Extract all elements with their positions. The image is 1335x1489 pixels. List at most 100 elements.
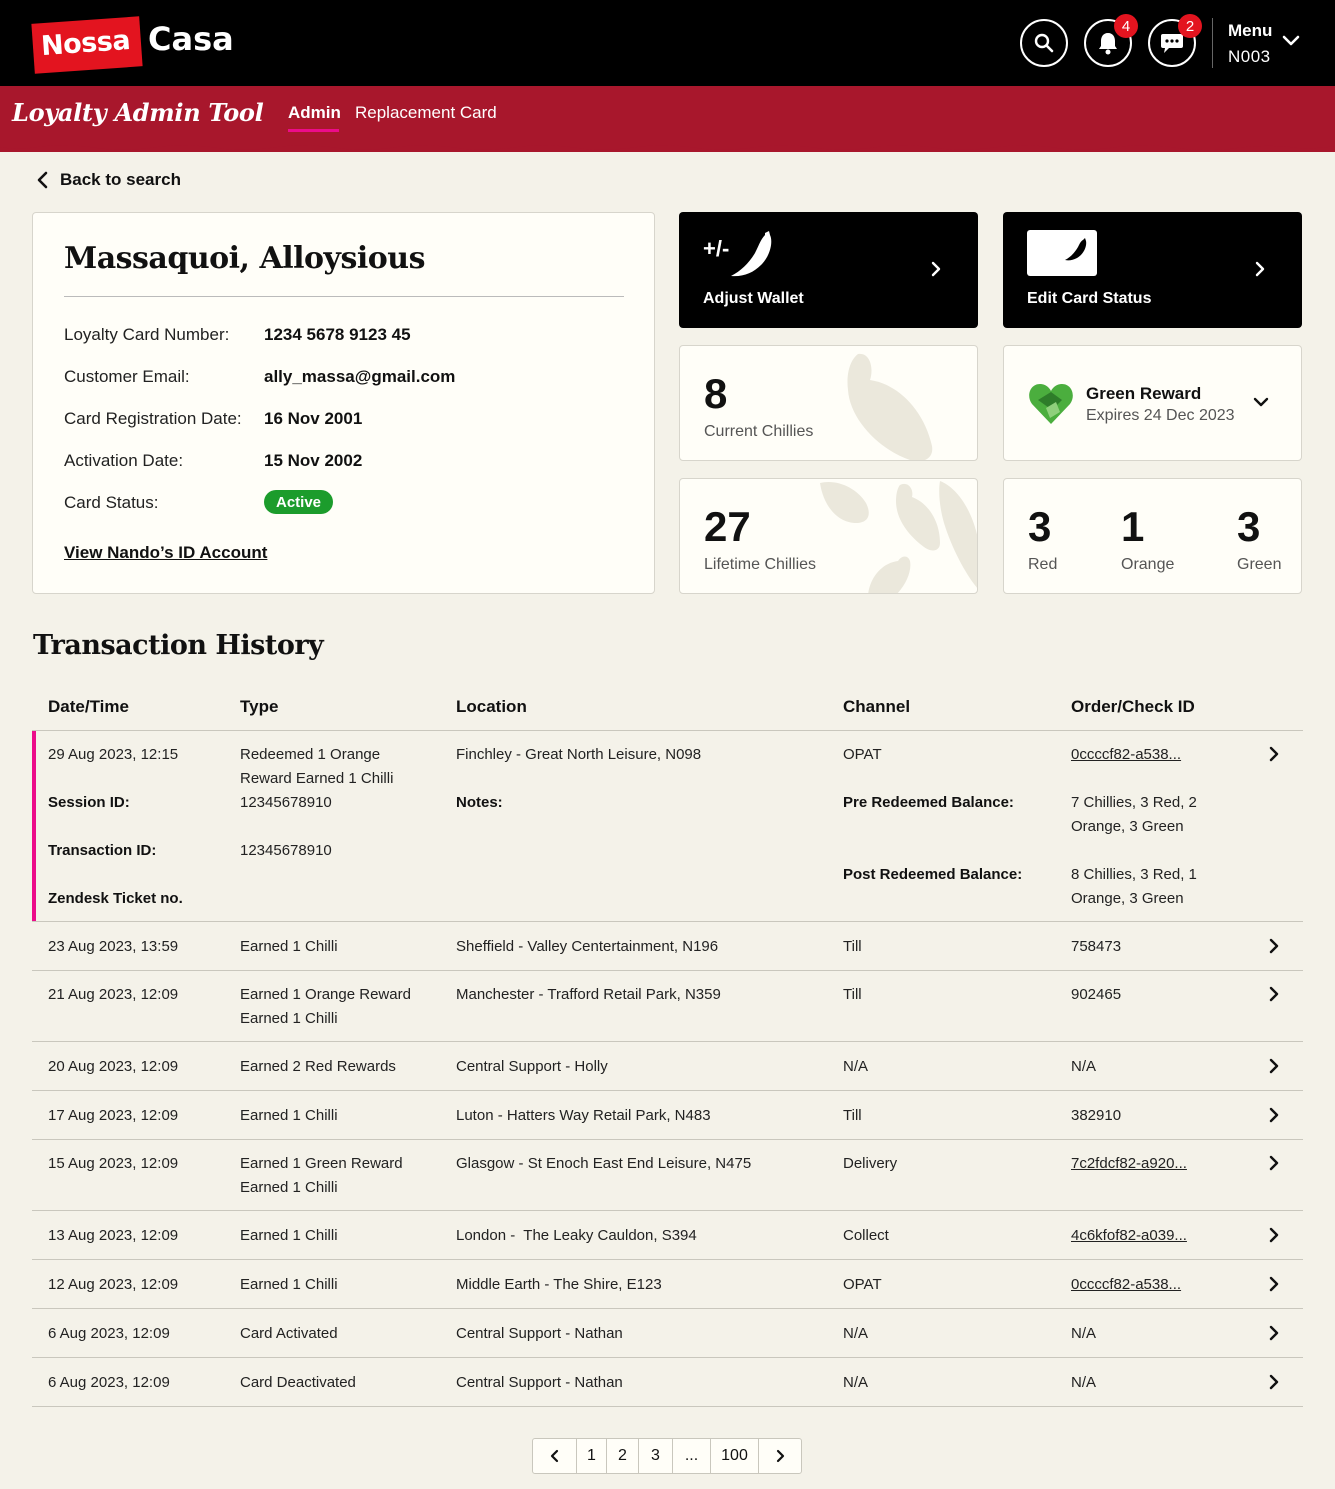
row-channel: N/A — [843, 1325, 869, 1342]
red-rewards-value: 3 — [1028, 503, 1052, 550]
restaurant-code: N003 — [1228, 47, 1271, 66]
current-chillies-value: 8 — [704, 370, 728, 417]
edit-card-status-label: Edit Card Status — [1027, 290, 1152, 307]
reward-dropdown[interactable]: Green Reward Expires 24 Dec 2023 — [1003, 345, 1302, 461]
row-location: Sheffield - Valley Centertainment, N196 — [456, 938, 719, 955]
row-datetime: 6 Aug 2023, 12:09 — [48, 1325, 170, 1342]
chevron-right-icon[interactable] — [1268, 1226, 1280, 1244]
row-type: Earned 1 Chilli — [240, 1276, 338, 1293]
row-datetime: 17 Aug 2023, 12:09 — [48, 1107, 179, 1124]
expanded-type-line-2: Reward Earned 1 Chilli — [240, 770, 394, 787]
logo-nossa: Nossa — [40, 24, 131, 63]
current-chillies-label: Current Chillies — [704, 423, 814, 440]
email-value: ally_massa@gmail.com — [264, 367, 456, 386]
chevron-right-icon[interactable] — [1268, 1106, 1280, 1124]
row-order-id-link[interactable]: 4c6kfof82-a039... — [1071, 1224, 1187, 1248]
chevron-right-icon — [931, 261, 941, 277]
row-location: Central Support - Holly — [456, 1058, 608, 1075]
view-id-account-link[interactable]: View Nando’s ID Account — [64, 543, 267, 563]
expanded-order-id-link[interactable]: 0ccccf82-a538... — [1071, 743, 1181, 767]
notifications-badge: 4 — [1114, 14, 1138, 38]
row-type: Earned 1 Orange Reward — [240, 986, 411, 1003]
table-divider — [32, 1041, 1303, 1042]
adjust-wallet-button[interactable]: +/- Adjust Wallet — [679, 212, 978, 328]
tab-replacement-card[interactable]: Replacement Card — [355, 103, 497, 123]
chevron-right-icon[interactable] — [1268, 985, 1280, 1003]
table-divider — [32, 921, 1303, 922]
row-location: Manchester - Trafford Retail Park, N359 — [456, 986, 721, 1003]
pre-balance-label: Pre Redeemed Balance: — [843, 794, 1014, 811]
chevron-left-icon — [550, 1449, 558, 1463]
row-order-id-link[interactable]: 7c2fdcf82-a920... — [1071, 1152, 1187, 1176]
pre-balance-line-2: Orange, 3 Green — [1071, 818, 1184, 835]
table-divider — [32, 1259, 1303, 1260]
search-button[interactable] — [1020, 19, 1068, 67]
row-order-id: N/A — [1071, 1325, 1097, 1342]
active-tab-indicator — [288, 129, 339, 132]
row-datetime: 20 Aug 2023, 12:09 — [48, 1058, 179, 1075]
row-channel: N/A — [843, 1374, 869, 1391]
chevron-right-icon[interactable] — [1268, 1275, 1280, 1293]
chevron-down-icon[interactable] — [1281, 34, 1301, 48]
reward-expiry: Expires 24 Dec 2023 — [1086, 407, 1235, 424]
transaction-id-label: Transaction ID: — [48, 842, 157, 859]
chat-icon — [1161, 34, 1183, 53]
tab-admin[interactable]: Admin — [288, 103, 341, 123]
chevron-right-icon[interactable] — [1268, 1057, 1280, 1075]
post-balance-label: Post Redeemed Balance: — [843, 866, 1023, 883]
row-channel: Till — [843, 1107, 862, 1124]
column-header-location: Location — [456, 697, 527, 716]
card-icon — [1027, 230, 1097, 276]
row-order-id: N/A — [1071, 1374, 1097, 1391]
messages-badge: 2 — [1178, 14, 1202, 38]
orange-rewards-label: Orange — [1121, 556, 1175, 573]
customer-name: Massaquoi, Alloysious — [64, 241, 425, 276]
column-header-datetime: Date/Time — [48, 697, 129, 716]
edit-card-status-button[interactable]: Edit Card Status — [1003, 212, 1302, 328]
registration-date-value: 16 Nov 2001 — [264, 409, 363, 428]
bell-icon — [1099, 33, 1117, 55]
chevron-right-icon[interactable] — [1268, 1154, 1280, 1172]
page-button-1[interactable]: 1 — [577, 1439, 607, 1473]
row-location: London - The Leaky Cauldon, S394 — [456, 1227, 697, 1244]
table-divider — [32, 1210, 1303, 1211]
chilli-watermark-icon — [847, 353, 933, 460]
chevron-right-icon[interactable] — [1268, 1324, 1280, 1342]
green-rewards-label: Green — [1237, 556, 1282, 573]
lifetime-chillies-value: 27 — [704, 503, 751, 550]
table-divider — [32, 1139, 1303, 1140]
page-button-100[interactable]: 100 — [711, 1439, 759, 1473]
row-type: Earned 1 Chilli — [240, 938, 338, 955]
menu-button[interactable]: Menu — [1228, 21, 1272, 41]
column-header-order-id: Order/Check ID — [1071, 697, 1195, 716]
page-ellipsis: ... — [673, 1439, 711, 1473]
row-channel: Delivery — [843, 1155, 898, 1172]
post-balance-line-2: Orange, 3 Green — [1071, 890, 1184, 907]
row-datetime: 12 Aug 2023, 12:09 — [48, 1276, 179, 1293]
chevron-right-icon[interactable] — [1268, 937, 1280, 955]
page-button-3[interactable]: 3 — [639, 1439, 673, 1473]
profile-divider — [64, 296, 624, 297]
back-to-search-link[interactable]: Back to search — [36, 170, 181, 190]
green-rewards-value: 3 — [1237, 503, 1261, 550]
row-type: Card Activated — [240, 1325, 338, 1342]
row-datetime: 13 Aug 2023, 12:09 — [48, 1227, 179, 1244]
next-page-button[interactable] — [759, 1439, 801, 1473]
row-datetime: 6 Aug 2023, 12:09 — [48, 1374, 170, 1391]
row-channel: Collect — [843, 1227, 889, 1244]
expanded-channel: OPAT — [843, 746, 882, 763]
column-header-type: Type — [240, 697, 279, 716]
reward-counts-card: 3 Red 1 Orange 3 Green — [1003, 478, 1302, 594]
red-rewards-label: Red — [1028, 556, 1058, 573]
chilli-icon — [731, 231, 772, 277]
pre-balance-line-1: 7 Chillies, 3 Red, 2 — [1071, 794, 1197, 811]
chevron-right-icon — [776, 1449, 785, 1463]
prev-page-button[interactable] — [533, 1439, 577, 1473]
row-type: Earned 2 Red Rewards — [240, 1058, 396, 1075]
chevron-right-icon[interactable] — [1268, 1373, 1280, 1391]
page-button-2[interactable]: 2 — [607, 1439, 639, 1473]
row-location: Luton - Hatters Way Retail Park, N483 — [456, 1107, 711, 1124]
row-order-id-link[interactable]: 0ccccf82-a538... — [1071, 1273, 1181, 1297]
chevron-right-icon[interactable] — [1268, 745, 1280, 763]
card-number-label: Loyalty Card Number: — [64, 325, 230, 344]
